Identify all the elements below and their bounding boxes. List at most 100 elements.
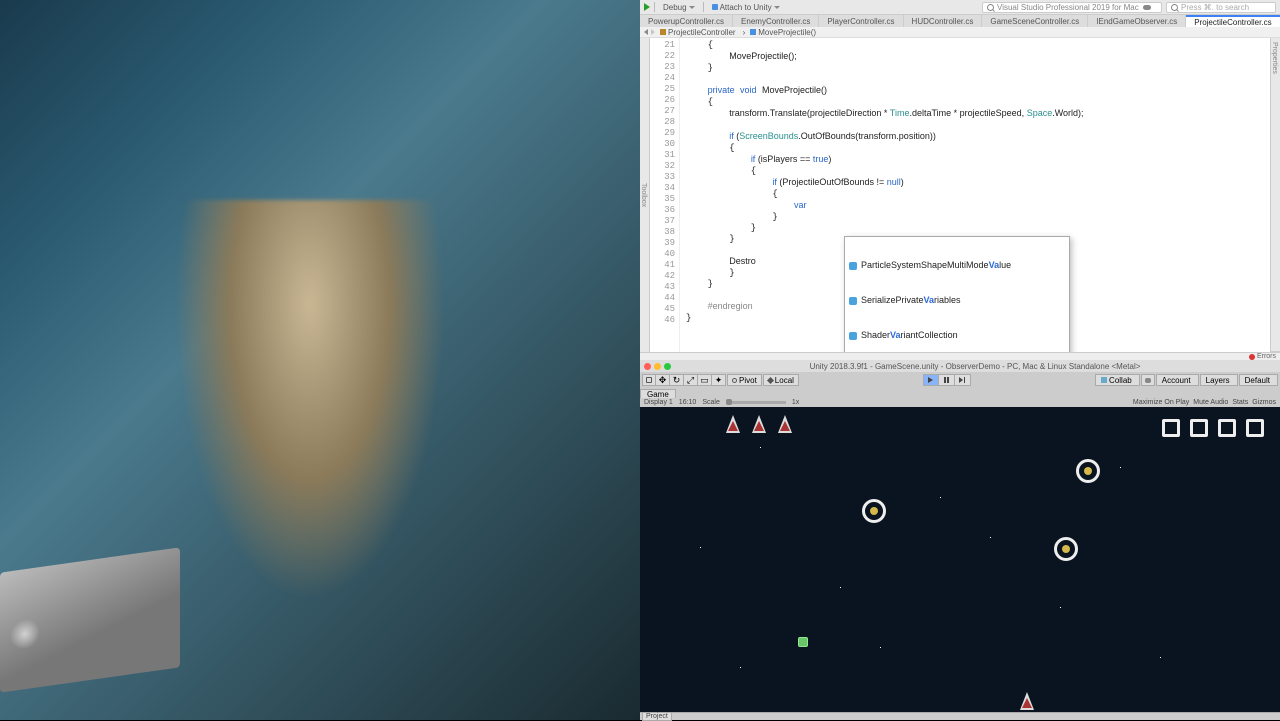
maximize-on-play-toggle[interactable]: Maximize On Play <box>1133 399 1189 406</box>
class-icon <box>660 29 666 35</box>
step-button[interactable] <box>955 374 971 386</box>
search-icon <box>987 4 994 11</box>
local-toggle[interactable]: Local <box>763 374 799 386</box>
right-panel-rail: Properties Document Outline Unit Tests <box>1270 38 1280 352</box>
ide-title-search[interactable]: Visual Studio Professional 2019 for Mac <box>982 2 1162 13</box>
promo-photo <box>0 0 640 720</box>
editor-tab[interactable]: IEndGameObserver.cs <box>1088 15 1186 27</box>
errors-label[interactable]: Errors <box>1257 353 1276 360</box>
line-number-gutter: 21 22 23 24 25 26 27 28 29 30 31 32 33 3… <box>650 38 680 352</box>
gizmos-toggle[interactable]: Gizmos <box>1252 399 1276 406</box>
enemy-sprite <box>1076 459 1100 483</box>
collab-icon <box>1101 377 1107 383</box>
run-icon[interactable] <box>644 3 650 11</box>
editor-tab-active[interactable]: ProjectileController.cs <box>1186 15 1280 27</box>
scale-label: Scale <box>702 399 720 406</box>
vs-statusbar: Errors <box>640 352 1280 360</box>
display-dropdown[interactable]: Display 1 <box>644 399 673 406</box>
scale-slider[interactable] <box>726 401 786 404</box>
editor-tab[interactable]: HUDController.cs <box>904 15 983 27</box>
hud-box-icon <box>1190 419 1208 437</box>
pause-button[interactable] <box>939 374 955 386</box>
rect-tool-button[interactable]: ▭ <box>698 374 712 386</box>
cloud-icon <box>1143 5 1151 10</box>
enemy-sprite <box>862 499 886 523</box>
game-view-controls: Display 1 16:10 Scale 1x Maximize On Pla… <box>640 398 1280 407</box>
cloud-icon <box>1145 378 1151 383</box>
pivot-toggle[interactable]: Pivot <box>727 374 762 386</box>
method-icon <box>750 29 756 35</box>
step-icon <box>959 377 965 383</box>
left-panel-tab[interactable]: Toolbox <box>640 38 650 352</box>
nav-back-icon[interactable] <box>644 29 648 35</box>
game-view <box>640 407 1280 712</box>
panel-tab-properties[interactable]: Properties <box>1271 38 1278 352</box>
rotate-tool-button[interactable]: ↻ <box>670 374 684 386</box>
game-tab[interactable]: Game <box>640 389 676 398</box>
minimize-icon[interactable] <box>654 363 661 370</box>
aspect-dropdown[interactable]: 16:10 <box>679 399 697 406</box>
transform-tool-button[interactable]: ✦ <box>712 374 726 386</box>
unity-view-tabs: Game <box>640 388 1280 398</box>
intellisense-item[interactable]: ShaderVariantCollection <box>845 329 1069 342</box>
breadcrumb-member[interactable]: MoveProjectile() <box>748 28 818 37</box>
editor-tabs: PowerupController.cs EnemyController.cs … <box>640 15 1280 27</box>
collab-dropdown[interactable]: Collab <box>1095 374 1140 386</box>
scale-value: 1x <box>792 399 799 406</box>
nav-forward-icon[interactable] <box>651 29 655 35</box>
account-dropdown[interactable]: Account <box>1156 374 1199 386</box>
type-icon <box>849 262 857 270</box>
transform-tools: ✥ ↻ ⤢ ▭ ✦ <box>642 374 726 386</box>
play-icon <box>928 377 933 383</box>
global-search-input[interactable]: Press ⌘. to search <box>1166 2 1276 13</box>
type-icon <box>849 297 857 305</box>
breadcrumb-class[interactable]: ProjectileController <box>658 28 740 37</box>
visual-studio-window: Debug Attach to Unity Visual Studio Prof… <box>640 0 1280 360</box>
hud-box-icon <box>1246 419 1264 437</box>
hand-tool-button[interactable] <box>642 374 656 386</box>
bug-icon <box>712 4 718 10</box>
editor-tab[interactable]: EnemyController.cs <box>733 15 819 27</box>
config-dropdown[interactable]: Debug <box>659 3 699 12</box>
services-button[interactable] <box>1141 374 1155 386</box>
layout-dropdown[interactable]: Default <box>1239 374 1278 386</box>
layers-dropdown[interactable]: Layers <box>1200 374 1238 386</box>
ide-title-text: Visual Studio Professional 2019 for Mac <box>997 3 1139 12</box>
hud-box-icon <box>1218 419 1236 437</box>
hud-life-icon <box>748 415 770 437</box>
play-controls <box>923 374 971 386</box>
chevron-down-icon <box>689 6 695 9</box>
hud-box-icon <box>1162 419 1180 437</box>
pivot-icon <box>732 378 737 383</box>
attach-target-dropdown[interactable]: Attach to Unity <box>708 3 784 12</box>
unity-window: Unity 2018.3.9f1 - GameScene.unity - Obs… <box>640 360 1280 720</box>
stats-toggle[interactable]: Stats <box>1232 399 1248 406</box>
breadcrumb: ProjectileController › MoveProjectile() <box>640 27 1280 38</box>
unity-bottom-panel-bar: Project <box>640 712 1280 720</box>
editor-tab[interactable]: PlayerController.cs <box>819 15 903 27</box>
scale-tool-button[interactable]: ⤢ <box>684 374 698 386</box>
maximize-icon[interactable] <box>664 363 671 370</box>
enemy-ship-sprite <box>1016 692 1038 712</box>
search-icon <box>1171 4 1178 11</box>
player-sprite <box>798 637 808 647</box>
play-button[interactable] <box>923 374 939 386</box>
unity-toolbar: ✥ ↻ ⤢ ▭ ✦ Pivot Local Collab Account Lay… <box>640 372 1280 388</box>
hud-life-icon <box>722 415 744 437</box>
move-tool-button[interactable]: ✥ <box>656 374 670 386</box>
mute-audio-toggle[interactable]: Mute Audio <box>1193 399 1228 406</box>
vs-toolbar: Debug Attach to Unity Visual Studio Prof… <box>640 0 1280 15</box>
unity-titlebar: Unity 2018.3.9f1 - GameScene.unity - Obs… <box>640 360 1280 372</box>
local-icon <box>767 376 774 383</box>
intellisense-item[interactable]: ParticleSystemShapeMultiModeValue <box>845 259 1069 272</box>
enemy-sprite <box>1054 537 1078 561</box>
pause-icon <box>944 377 949 383</box>
hud-life-icon <box>774 415 796 437</box>
unity-window-title: Unity 2018.3.9f1 - GameScene.unity - Obs… <box>674 362 1276 371</box>
intellisense-item[interactable]: SerializePrivateVariables <box>845 294 1069 307</box>
error-icon[interactable] <box>1249 354 1255 360</box>
code-editor[interactable]: { MoveProjectile(); } private void MoveP… <box>680 38 1270 352</box>
editor-tab[interactable]: PowerupController.cs <box>640 15 733 27</box>
editor-tab[interactable]: GameSceneController.cs <box>982 15 1088 27</box>
close-icon[interactable] <box>644 363 651 370</box>
